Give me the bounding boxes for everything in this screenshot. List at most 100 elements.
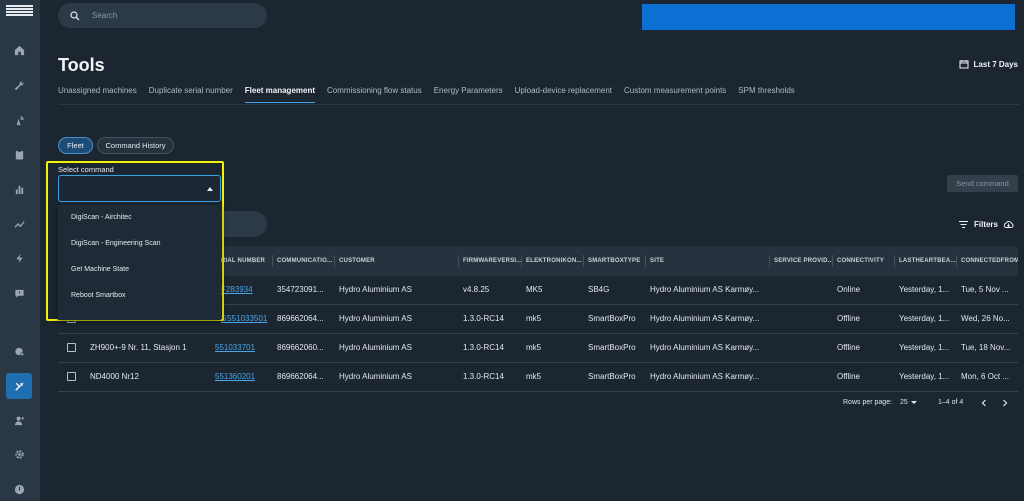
- column-header-last-heartbeat[interactable]: LASTHEARTBEA...: [899, 246, 957, 276]
- brand-logo[interactable]: [6, 5, 33, 17]
- tab-energy-parameters[interactable]: Energy Parameters: [434, 86, 503, 103]
- cell-connected-from: Wed, 26 No...: [961, 314, 1010, 323]
- fleet-toggle-button[interactable]: Fleet: [58, 137, 93, 154]
- cell-last-heartbeat: Yesterday, 1...: [899, 285, 950, 294]
- column-header-serial-number[interactable]: RIAL NUMBER: [221, 246, 265, 276]
- column-header-service-provider[interactable]: SERVICE PROVID...: [774, 246, 832, 276]
- cell-firmware: 1.3.0-RC14: [463, 343, 504, 352]
- cell-last-heartbeat: Yesterday, 1...: [899, 343, 950, 352]
- select-command-label: Select command: [58, 165, 114, 174]
- tab-duplicate-serial-number[interactable]: Duplicate serial number: [149, 86, 233, 103]
- cell-firmware: 1.3.0-RC14: [463, 372, 504, 381]
- home-icon[interactable]: [9, 40, 29, 60]
- next-page-icon[interactable]: [1000, 398, 1010, 408]
- cell-last-heartbeat: Yesterday, 1...: [899, 372, 950, 381]
- search-input[interactable]: [90, 10, 244, 21]
- column-header-connected-from[interactable]: CONNECTEDFROM: [961, 246, 1018, 276]
- column-header-communication[interactable]: COMMUNICATIO...: [277, 246, 335, 276]
- cell-elektronikon: MK5: [526, 285, 543, 294]
- rows-per-page-label: Rows per page:: [843, 399, 893, 406]
- cell-serial-link[interactable]: SS51033501: [221, 305, 271, 333]
- menu-item-digiscan-airchitec[interactable]: DigiScan - Airchitec: [58, 205, 221, 231]
- calendar-icon: [959, 60, 969, 69]
- sidebar: [0, 0, 40, 501]
- cell-communication: 869662064...: [277, 314, 324, 323]
- row-checkbox[interactable]: [67, 372, 76, 381]
- global-search[interactable]: [58, 3, 267, 28]
- tools-icon[interactable]: [6, 373, 32, 399]
- cell-smartboxtype: SB4G: [588, 285, 610, 294]
- machine-settings-icon[interactable]: [9, 341, 29, 361]
- cell-serial-link[interactable]: F283934: [221, 276, 271, 304]
- cell-name: ND4000 Nr12: [90, 372, 139, 381]
- cell-connectivity: Online: [837, 285, 861, 294]
- bar-chart-icon[interactable]: [9, 179, 29, 199]
- message-icon[interactable]: [9, 283, 29, 303]
- tab-spm-thresholds[interactable]: SPM thresholds: [738, 86, 794, 103]
- tab-upload-device-replacement[interactable]: Upload-device replacement: [515, 86, 612, 103]
- tabs: Unassigned machines Duplicate serial num…: [58, 86, 807, 103]
- energy-icon[interactable]: [9, 248, 29, 268]
- cell-site: Hydro Aluminium AS Karmøy...: [650, 343, 760, 352]
- pagination-range: 1–4 of 4: [938, 399, 964, 406]
- previous-page-icon[interactable]: [979, 398, 989, 408]
- table-row[interactable]: ND4000 Nr12 551360201 869662064... Hydro…: [58, 363, 1018, 392]
- rows-per-page-select[interactable]: 25: [900, 399, 917, 406]
- gear-icon[interactable]: [9, 444, 29, 464]
- cell-communication: 354723091...: [277, 285, 324, 294]
- menu-item-digiscan-engineering-scan[interactable]: DigiScan - Engineering Scan: [58, 231, 221, 257]
- page-title: Tools: [58, 55, 105, 75]
- caret-up-icon: [207, 187, 213, 191]
- cell-serial-link[interactable]: 551360201: [215, 363, 271, 391]
- clipboard-icon[interactable]: [9, 144, 29, 164]
- command-history-toggle-button[interactable]: Command History: [97, 137, 174, 154]
- tab-commissioning-flow-status[interactable]: Commissioning flow status: [327, 86, 422, 103]
- column-header-elektronikon[interactable]: ELEKTRONIKON...: [526, 246, 584, 276]
- send-command-button[interactable]: Send command: [947, 175, 1018, 192]
- select-command-dropdown[interactable]: [58, 175, 221, 202]
- help-icon[interactable]: [9, 479, 29, 499]
- cell-name: ZH900+-9 Nr. 11, Stasjon 1: [90, 343, 187, 352]
- menu-item-get-machine-state[interactable]: Get Machine State: [58, 257, 221, 283]
- column-header-customer[interactable]: CUSTOMER: [339, 246, 375, 276]
- cell-connected-from: Tue, 18 Nov...: [961, 343, 1011, 352]
- column-header-site[interactable]: SITE: [650, 246, 664, 276]
- search-icon: [70, 10, 80, 20]
- rows-per-page-value: 25: [900, 399, 908, 406]
- column-header-firmware-version[interactable]: FIRMWAREVERSI...: [463, 246, 521, 276]
- antenna-icon[interactable]: [9, 110, 29, 130]
- top-banner: [642, 4, 1015, 30]
- tab-custom-measurement-points[interactable]: Custom measurement points: [624, 86, 726, 103]
- cell-service-provider: [774, 305, 831, 333]
- cell-firmware: 1.3.0-RC14: [463, 314, 504, 323]
- cell-customer: Hydro Aluminium AS: [339, 314, 412, 323]
- wrench-icon[interactable]: [9, 75, 29, 95]
- cell-smartboxtype: SmartBoxPro: [588, 372, 636, 381]
- filters-label: Filters: [973, 220, 998, 229]
- add-user-icon[interactable]: [9, 410, 29, 430]
- table-row[interactable]: ZH900+-9 Nr. 11, Stasjon 1 551033701 869…: [58, 334, 1018, 363]
- cell-serial-link[interactable]: 551033701: [215, 334, 271, 362]
- command-options-menu: DigiScan - Airchitec DigiScan - Engineer…: [58, 205, 221, 320]
- menu-item-reboot-smartbox[interactable]: Reboot Smartbox: [58, 283, 221, 309]
- tab-fleet-management[interactable]: Fleet management: [244, 86, 316, 103]
- trend-icon[interactable]: [9, 214, 29, 234]
- date-range-selector[interactable]: Last 7 Days: [959, 59, 1018, 69]
- cell-smartboxtype: SmartBoxPro: [588, 314, 636, 323]
- cell-site: Hydro Aluminium AS Karmøy...: [650, 285, 760, 294]
- row-checkbox[interactable]: [67, 343, 76, 352]
- filter-icon: [958, 220, 968, 229]
- cell-service-provider: [774, 276, 831, 304]
- cell-connected-from: Tue, 5 Nov ...: [961, 285, 1009, 294]
- column-header-smartboxtype[interactable]: SMARTBOXTYPE: [588, 246, 640, 276]
- tab-unassigned-machines[interactable]: Unassigned machines: [58, 86, 137, 103]
- column-header-connectivity[interactable]: CONNECTIVITY: [837, 246, 884, 276]
- cell-elektronikon: mk5: [526, 343, 542, 352]
- cloud-download-icon[interactable]: [1003, 219, 1014, 230]
- dropdown-caret-icon: [910, 401, 917, 404]
- cell-site: Hydro Aluminium AS Karmøy...: [650, 314, 760, 323]
- cell-last-heartbeat: Yesterday, 1...: [899, 314, 950, 323]
- filters-button[interactable]: Filters: [958, 219, 1014, 230]
- cell-site: Hydro Aluminium AS Karmøy...: [650, 372, 760, 381]
- cell-firmware: v4.8.25: [463, 285, 490, 294]
